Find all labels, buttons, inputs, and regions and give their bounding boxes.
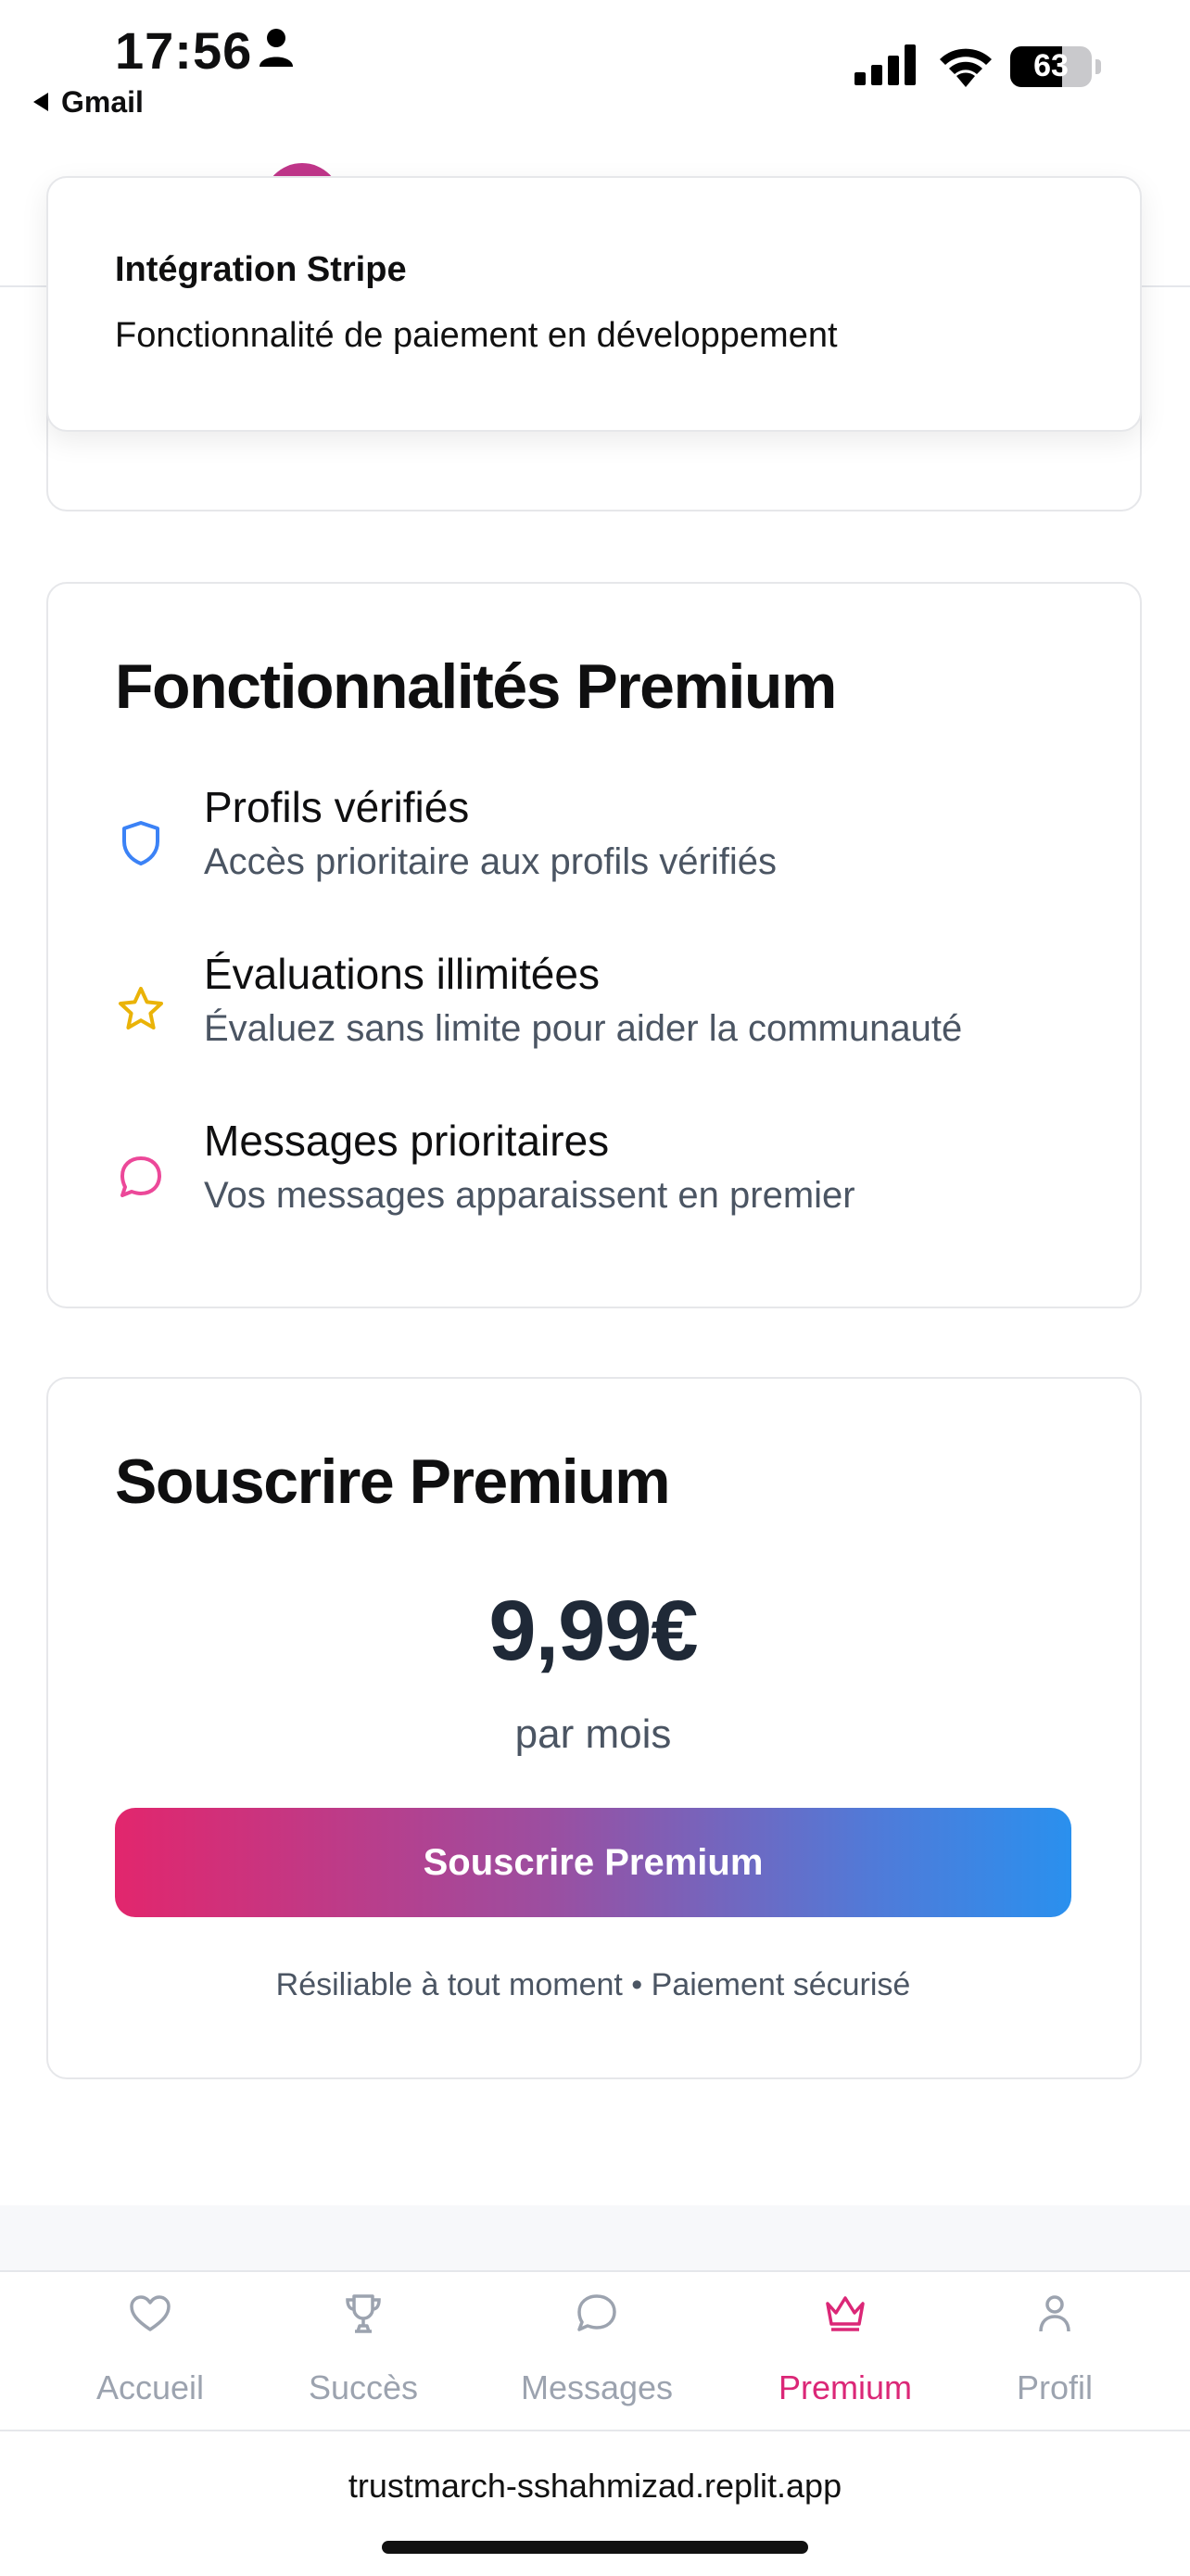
subscribe-title: Souscrire Premium	[115, 1446, 671, 1517]
back-arrow-icon	[33, 92, 48, 111]
feature-title: Messages prioritaires	[204, 1117, 610, 1165]
message-icon	[120, 1156, 161, 1197]
battery-level: 63	[1033, 48, 1069, 83]
crown-icon	[826, 2296, 865, 2331]
tab-premium[interactable]: Premium	[743, 2272, 947, 2431]
clock: 17:56	[115, 21, 253, 80]
battery-icon: 63	[1010, 46, 1101, 87]
home-indicator[interactable]	[382, 2541, 808, 2554]
tab-label: Premium	[778, 2368, 913, 2406]
tab-label: Succès	[308, 2368, 419, 2406]
trophy-icon	[346, 2294, 381, 2333]
user-icon	[1039, 2295, 1070, 2332]
status-bar: 17:56 Gmail 63	[0, 0, 1190, 148]
tab-succes[interactable]: Succès	[261, 2272, 465, 2431]
feature-description: Vos messages apparaissent en premier	[204, 1175, 855, 1216]
feature-title: Profils vérifiés	[204, 783, 470, 831]
browser-url-bar[interactable]: trustmarch-sshahmizad.replit.app	[0, 2430, 1190, 2576]
feature-unlimited-reviews: Évaluations illimitées Évaluez sans limi…	[115, 949, 1071, 1116]
price: 9,99€	[488, 1584, 698, 1678]
premium-features-card: Fonctionnalités Premium Profils vérifiés…	[46, 582, 1142, 1308]
tab-accueil[interactable]: Accueil	[48, 2272, 252, 2431]
features-title: Fonctionnalités Premium	[115, 651, 837, 722]
star-icon	[119, 987, 163, 1029]
toast-description: Fonctionnalité de paiement en développem…	[115, 316, 838, 355]
feature-description: Évaluez sans limite pour aider la commun…	[204, 1008, 963, 1049]
heart-icon	[130, 2295, 171, 2331]
toast-notification[interactable]: Intégration Stripe Fonctionnalité de pai…	[46, 176, 1142, 432]
back-app-label: Gmail	[61, 85, 144, 119]
toast-title: Intégration Stripe	[115, 250, 407, 289]
billing-period: par mois	[514, 1711, 672, 1757]
back-to-app[interactable]: Gmail	[33, 85, 144, 120]
tab-label: Accueil	[95, 2368, 205, 2406]
tab-messages[interactable]: Messages	[495, 2272, 699, 2431]
bottom-tab-bar: Accueil Succès Messages Premium Profil	[0, 2270, 1190, 2431]
subscribe-button[interactable]: Souscrire Premium	[115, 1808, 1071, 1917]
shield-icon	[122, 821, 159, 865]
page-footer-band	[0, 2205, 1190, 2270]
feature-description: Accès prioritaire aux profils vérifiés	[204, 841, 777, 882]
feature-verified-profiles: Profils vérifiés Accès prioritaire aux p…	[115, 782, 1071, 949]
subscribe-fine-print: Résiliable à tout moment • Paiement sécu…	[275, 1967, 911, 2002]
wifi-icon	[940, 48, 992, 87]
cellular-signal-icon	[855, 44, 916, 85]
chat-icon	[577, 2294, 616, 2331]
tab-label: Profil	[1016, 2368, 1094, 2406]
person-icon	[260, 29, 293, 67]
tab-label: Messages	[520, 2368, 674, 2406]
feature-title: Évaluations illimitées	[204, 950, 600, 998]
subscribe-card: Souscrire Premium 9,99€ par mois Souscri…	[46, 1377, 1142, 2079]
tab-profil[interactable]: Profil	[953, 2272, 1157, 2431]
feature-priority-messages: Messages prioritaires Vos messages appar…	[115, 1116, 1071, 1282]
url-text[interactable]: trustmarch-sshahmizad.replit.app	[0, 2467, 1190, 2506]
